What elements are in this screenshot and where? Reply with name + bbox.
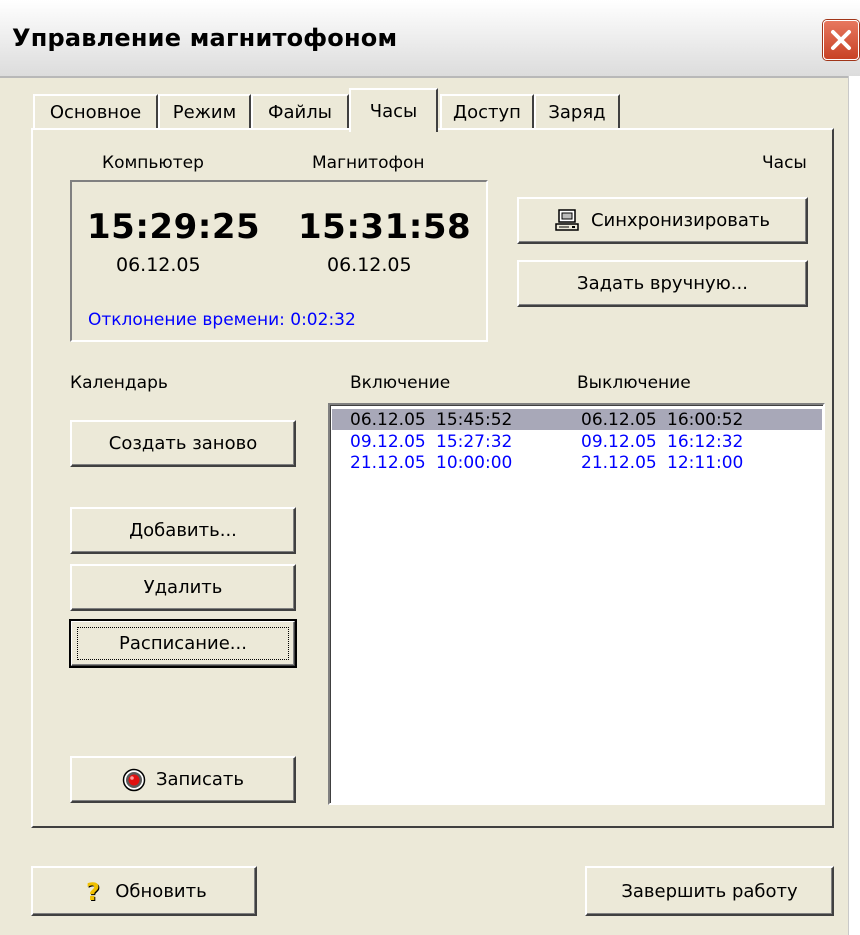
tab-access[interactable]: Доступ: [440, 94, 534, 128]
tab-label: Доступ: [453, 101, 521, 123]
tab-main[interactable]: Основное: [33, 94, 158, 128]
on-time: 10:00:00: [436, 453, 513, 473]
svg-text:?: ?: [86, 878, 100, 904]
schedule-row[interactable]: 09.12.05 15:27:32 09.12.05 16:12:32: [332, 431, 822, 452]
schedule-list[interactable]: 06.12.05 15:45:52 06.12.05 16:00:52 09.1…: [328, 403, 825, 805]
tab-files[interactable]: Файлы: [251, 94, 349, 128]
on-date: 06.12.05: [350, 410, 426, 430]
finish-button[interactable]: Завершить работу: [585, 866, 834, 916]
refresh-button-label: Обновить: [115, 880, 207, 902]
recorder-time: 15:31:58: [298, 207, 472, 247]
tab-label: Основное: [49, 101, 142, 123]
record-icon: [122, 768, 146, 791]
delete-button-label: Удалить: [143, 577, 223, 598]
sync-button-label: Синхронизировать: [590, 210, 771, 231]
set-manual-button[interactable]: Задать вручную...: [517, 260, 808, 307]
close-x-icon: [831, 30, 851, 50]
record-button-label: Записать: [155, 769, 245, 790]
off-column-header: Выключение: [577, 373, 691, 393]
add-button-label: Добавить...: [129, 520, 237, 541]
off-time: 16:12:32: [667, 432, 744, 452]
recorder-control-window: Управление магнитофоном Основное Режим Ф…: [0, 0, 860, 935]
sync-button[interactable]: Синхронизировать: [517, 197, 808, 244]
off-time: 16:00:52: [667, 410, 744, 430]
schedule-row[interactable]: 21.12.05 10:00:00 21.12.05 12:11:00: [332, 452, 822, 473]
off-date: 06.12.05: [581, 410, 657, 430]
title-bar[interactable]: Управление магнитофоном: [0, 0, 860, 78]
question-icon: ? ?: [86, 878, 101, 904]
tab-clock[interactable]: Часы: [349, 88, 438, 132]
on-date: 09.12.05: [350, 432, 426, 452]
schedule-button[interactable]: Расписание...: [69, 619, 297, 668]
close-button[interactable]: [823, 20, 859, 60]
tab-label: Часы: [369, 100, 418, 122]
tab-label: Файлы: [268, 101, 332, 123]
computer-time: 15:29:25: [87, 207, 261, 247]
on-time: 15:27:32: [436, 432, 513, 452]
tab-label: Заряд: [548, 101, 606, 123]
schedule-row[interactable]: 06.12.05 15:45:52 06.12.05 16:00:52: [332, 409, 822, 430]
tab-mode[interactable]: Режим: [158, 94, 251, 128]
off-date: 09.12.05: [581, 432, 657, 452]
window-frame-right: [848, 76, 860, 935]
set-manual-button-label: Задать вручную...: [577, 273, 748, 294]
record-button[interactable]: Записать: [70, 756, 296, 803]
off-date: 21.12.05: [581, 453, 657, 473]
computer-label: Компьютер: [102, 153, 204, 173]
tab-battery[interactable]: Заряд: [534, 94, 620, 128]
computer-date: 06.12.05: [116, 254, 201, 276]
off-time: 12:11:00: [667, 453, 744, 473]
window-title: Управление магнитофоном: [12, 24, 398, 52]
on-column-header: Включение: [350, 373, 451, 393]
recorder-label: Магнитофон: [312, 153, 425, 173]
schedule-button-label: Расписание...: [119, 633, 247, 654]
refresh-button[interactable]: ? ? Обновить: [31, 866, 257, 916]
delete-button[interactable]: Удалить: [70, 564, 296, 611]
recreate-button[interactable]: Создать заново: [70, 420, 296, 467]
time-deviation: Отклонение времени: 0:02:32: [88, 310, 356, 330]
clock-label: Часы: [762, 153, 807, 173]
calendar-label: Календарь: [70, 373, 168, 393]
on-time: 15:45:52: [436, 410, 513, 430]
add-button[interactable]: Добавить...: [70, 507, 296, 554]
recorder-date: 06.12.05: [327, 254, 412, 276]
tab-label: Режим: [172, 101, 237, 123]
on-date: 21.12.05: [350, 453, 426, 473]
computer-icon: [555, 208, 579, 231]
finish-button-label: Завершить работу: [621, 880, 798, 902]
recreate-button-label: Создать заново: [108, 433, 258, 454]
